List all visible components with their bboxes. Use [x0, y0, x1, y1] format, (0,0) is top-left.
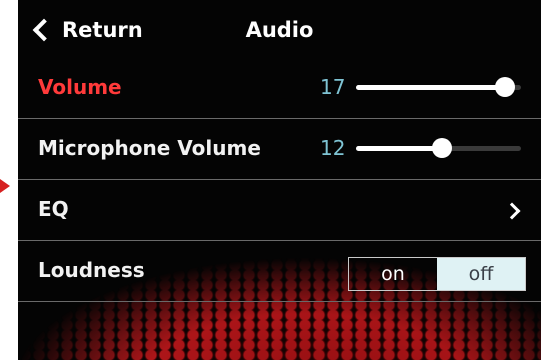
microphone-slider-knob[interactable] [431, 138, 452, 158]
loudness-on-option[interactable]: on [349, 258, 437, 290]
volume-slider[interactable] [356, 77, 521, 97]
eq-label: EQ [38, 197, 69, 221]
loudness-label: Loudness [38, 258, 145, 282]
microphone-volume-label: Microphone Volume [38, 136, 261, 160]
volume-slider-knob[interactable] [494, 77, 515, 97]
volume-label: Volume [38, 75, 122, 99]
microphone-volume-slider[interactable] [356, 138, 521, 158]
volume-slider-fill [356, 85, 505, 90]
microphone-volume-row[interactable]: Microphone Volume 12 [18, 119, 541, 180]
volume-row[interactable]: Volume 17 [18, 58, 541, 119]
eq-row[interactable]: EQ [18, 180, 541, 241]
microphone-volume-value: 12 [320, 136, 346, 160]
loudness-off-option[interactable]: off [437, 258, 525, 290]
chevron-left-icon [32, 18, 56, 42]
chevron-right-icon[interactable] [503, 202, 521, 220]
external-red-arrow [0, 179, 10, 193]
loudness-toggle[interactable]: on off [348, 257, 526, 291]
return-button[interactable]: Return [32, 14, 143, 46]
header: Return Audio [18, 0, 541, 62]
loudness-row: Loudness on off [18, 241, 541, 302]
volume-value: 17 [320, 75, 346, 99]
audio-settings-screen: Return Audio Volume 17 Microphone Volume… [18, 0, 541, 360]
return-label: Return [62, 18, 143, 42]
microphone-slider-fill [356, 146, 442, 151]
